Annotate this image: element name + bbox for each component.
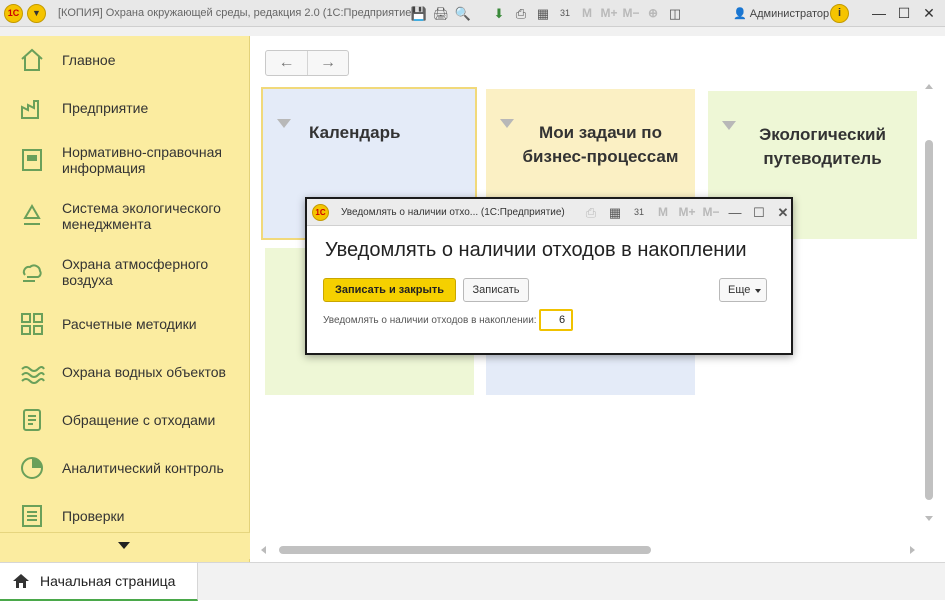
scroll-left-icon[interactable] [261,546,266,554]
calendar-icon[interactable]: 31 [554,4,576,23]
calculator-icon[interactable]: ▦ [603,203,627,222]
collapse-arrow-icon[interactable] [722,121,736,130]
dialog-heading: Уведомлять о наличии отходов в накоплени… [325,239,747,261]
sidebar-item-label: Нормативно-справочная информация [62,144,222,176]
user-label: Администратор [749,8,830,20]
save-icon[interactable]: 💾 [408,4,430,23]
zoom-icon[interactable]: ⊕ [642,4,664,23]
home-icon [12,572,30,590]
sidebar-item-label: Проверки [62,508,125,524]
sidebar-item-main[interactable]: Главное [0,36,250,84]
forward-arrow-icon[interactable]: → [306,51,348,75]
memory-icon[interactable]: M [576,4,598,23]
app-logo-icon[interactable]: 1С [4,4,23,23]
grid-calc-icon [18,310,46,338]
sidebar-item-methods[interactable]: Расчетные методики [0,300,250,348]
sidebar-item-eco-management[interactable]: Система экологического менеджмента [0,188,250,244]
sidebar-item-label: Система экологического менеджмента [62,200,221,232]
factory-icon [18,94,46,122]
minimize-icon[interactable]: — [868,3,890,23]
vertical-scrollbar[interactable] [923,84,936,524]
notify-quantity-input[interactable]: 6 [539,309,573,331]
close-icon[interactable]: ✕ [771,203,795,222]
tile-title: Экологический путеводитель [759,125,886,168]
dialog-window-title: Уведомлять о наличии отхо... (1С:Предпри… [341,207,565,218]
save-button[interactable]: Записать [463,278,529,302]
tile-title: Календарь [309,123,401,142]
tile-title: Мои задачи по бизнес-процессам [522,123,679,166]
sidebar-item-label: Предприятие [62,100,149,116]
close-icon[interactable]: ✕ [918,3,940,23]
calculator-icon[interactable]: ▦ [532,4,554,23]
maximize-icon[interactable]: ☐ [747,203,771,222]
memory-minus-icon[interactable]: M− [620,4,642,23]
minimize-icon[interactable]: — [723,203,747,222]
memory-minus-icon[interactable]: M− [699,203,723,222]
sidebar-item-water[interactable]: Охрана водных объектов [0,348,250,396]
recycle-icon [18,202,46,230]
scroll-thumb[interactable] [925,140,933,500]
preview-icon[interactable]: 🔍 [452,4,474,23]
waste-document-icon [18,406,46,434]
sidebar-item-reference[interactable]: Нормативно-справочная информация [0,132,250,188]
scroll-up-icon[interactable] [925,84,933,89]
scroll-thumb[interactable] [279,546,651,554]
tab-home[interactable]: Начальная страница [0,563,198,601]
user-name[interactable]: 👤 Администратор [733,7,829,20]
window-tabbar: Начальная страница [0,562,945,601]
sidebar-item-label: Обращение с отходами [62,412,216,428]
title-toolbar: 💾 🖨 🔍 ⬇ ⎙ ▦ 31 M M+ M− ⊕ ◫ [408,4,686,23]
info-icon[interactable]: i [830,4,849,23]
scroll-right-icon[interactable] [910,546,915,554]
memory-plus-icon[interactable]: M+ [598,4,620,23]
reference-book-icon [18,146,46,174]
app-titlebar: 1С ▼ [КОПИЯ] Охрана окружающей среды, ре… [0,0,945,27]
notify-dialog: 1С Уведомлять о наличии отхо... (1С:Пред… [305,197,793,355]
sidebar-scroll-down-icon[interactable] [118,542,130,549]
top-strip [0,27,945,36]
more-label: Еще [728,284,751,296]
panels-icon[interactable]: ◫ [664,4,686,23]
window-title: [КОПИЯ] Охрана окружающей среды, редакци… [58,7,416,19]
sidebar-item-analytics[interactable]: Аналитический контроль [0,444,250,492]
notify-field-label: Уведомлять о наличии отходов в накоплени… [323,315,537,326]
collapse-arrow-icon[interactable] [500,119,514,128]
chevron-down-icon [755,289,761,293]
home-outline-icon [18,46,46,74]
horizontal-scrollbar[interactable] [261,544,915,556]
scroll-down-icon[interactable] [925,516,933,521]
dialog-toolbar: ⎙ ▦ 31 M M+ M− — ☐ ✕ [579,203,795,222]
print-icon[interactable]: 🖨 [430,4,452,23]
save-and-close-button[interactable]: Записать и закрыть [323,278,456,302]
sidebar-scroll-bar [0,532,250,559]
dialog-titlebar: 1С Уведомлять о наличии отхо... (1С:Пред… [307,199,791,226]
maximize-icon[interactable]: ☐ [893,3,915,23]
sidebar-item-waste[interactable]: Обращение с отходами [0,396,250,444]
sidebar-item-enterprise[interactable]: Предприятие [0,84,250,132]
checklist-icon [18,502,46,530]
main-menu-button[interactable]: ▼ [27,4,46,23]
calendar-icon[interactable]: 31 [627,203,651,222]
sidebar-item-air[interactable]: Охрана атмосферного воздуха [0,244,250,300]
back-arrow-icon[interactable]: ← [266,51,307,75]
pie-chart-icon [18,454,46,482]
memory-plus-icon[interactable]: M+ [675,203,699,222]
print-icon[interactable]: ⎙ [579,203,603,222]
cloud-wind-icon [18,258,46,286]
app-logo-icon: 1С [312,204,329,221]
section-sidebar: Главное Предприятие Нормативно-справочна… [0,36,250,562]
more-button[interactable]: Еще [719,278,767,302]
sidebar-item-label: Аналитический контроль [62,460,224,476]
tab-home-label: Начальная страница [40,573,176,589]
sidebar-item-label: Охрана атмосферного воздуха [62,256,209,288]
sidebar-item-label: Расчетные методики [62,316,197,332]
memory-icon[interactable]: M [651,203,675,222]
sidebar-item-label: Главное [62,52,116,68]
history-nav: ← → [265,50,349,76]
water-waves-icon [18,358,46,386]
print-alt-icon[interactable]: ⎙ [510,4,532,23]
download-icon[interactable]: ⬇ [488,4,510,23]
collapse-arrow-icon[interactable] [277,119,291,128]
sidebar-item-label: Охрана водных объектов [62,364,226,380]
